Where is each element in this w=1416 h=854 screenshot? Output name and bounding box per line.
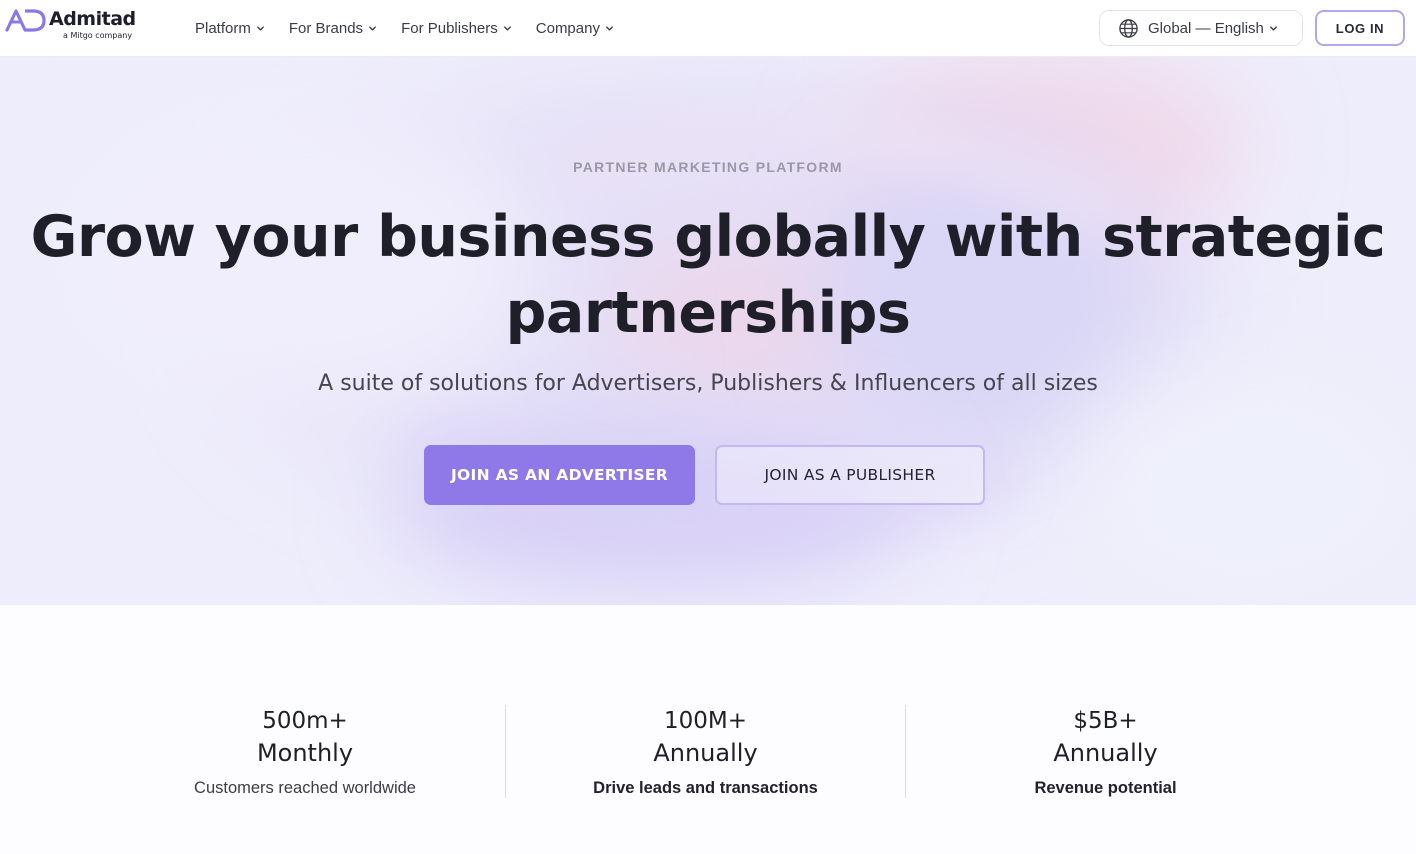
- chevron-down-icon: [503, 25, 511, 31]
- stat-period: Annually: [653, 739, 758, 767]
- nav-for-publishers[interactable]: For Publishers: [401, 20, 512, 37]
- stats-row: 500m+ Monthly Customers reached worldwid…: [105, 705, 1305, 798]
- stat-value: 100M+: [663, 708, 747, 734]
- stat-description: Revenue potential: [1034, 779, 1177, 797]
- hero-subtitle: A suite of solutions for Advertisers, Pu…: [318, 371, 1098, 396]
- join-advertiser-button[interactable]: JOIN AS AN ADVERTISER: [424, 445, 695, 505]
- chevron-down-icon: [1270, 25, 1277, 31]
- stat-period: Annually: [1053, 739, 1158, 767]
- stat-value: $5B+: [1073, 708, 1138, 734]
- chevron-down-icon: [256, 25, 264, 31]
- join-publisher-button[interactable]: JOIN AS A PUBLISHER: [715, 445, 985, 505]
- login-button[interactable]: LOG IN: [1315, 10, 1405, 46]
- hero-headline-line1: Grow your business globally with strateg…: [30, 204, 1386, 270]
- admitad-logo[interactable]: Admitad a Mitgo company: [5, 7, 145, 45]
- hero-eyebrow: PARTNER MARKETING PLATFORM: [573, 159, 843, 175]
- logo-wordmark: Admitad: [49, 8, 136, 30]
- chevron-down-icon: [369, 25, 376, 31]
- hero-headline: Grow your business globally with strateg…: [0, 199, 1416, 351]
- nav-for-brands[interactable]: For Brands: [289, 20, 377, 37]
- nav-company-label: Company: [535, 19, 600, 37]
- language-selector[interactable]: Global — English: [1099, 10, 1303, 46]
- hero-section: PARTNER MARKETING PLATFORM Grow your bus…: [0, 57, 1416, 605]
- logo-tagline: a Mitgo company: [63, 31, 133, 40]
- globe-icon: [1119, 18, 1138, 38]
- nav-for-publishers-label: For Publishers: [401, 19, 498, 37]
- stat-revenue: $5B+ Annually Revenue potential: [905, 705, 1305, 798]
- stat-period: Monthly: [256, 739, 354, 767]
- stat-value: 500m+: [262, 708, 348, 734]
- stat-description: Customers reached worldwide: [194, 779, 416, 797]
- stat-customers: 500m+ Monthly Customers reached worldwid…: [105, 705, 505, 798]
- stat-leads: 100M+ Annually Drive leads and transacti…: [505, 705, 905, 798]
- main-nav: Platform For Brands For Publishers Compa…: [195, 0, 638, 56]
- site-header: Admitad a Mitgo company Platform For Bra…: [0, 0, 1416, 57]
- nav-for-brands-label: For Brands: [288, 19, 364, 37]
- hero-headline-line2: partnerships: [505, 280, 911, 346]
- nav-platform[interactable]: Platform: [195, 20, 265, 37]
- language-label: Global — English: [1148, 19, 1264, 37]
- nav-company[interactable]: Company: [536, 20, 614, 37]
- chevron-down-icon: [606, 25, 613, 31]
- admitad-logo-mark-icon: [5, 9, 46, 32]
- stat-description: Drive leads and transactions: [593, 779, 818, 797]
- nav-platform-label: Platform: [195, 19, 251, 37]
